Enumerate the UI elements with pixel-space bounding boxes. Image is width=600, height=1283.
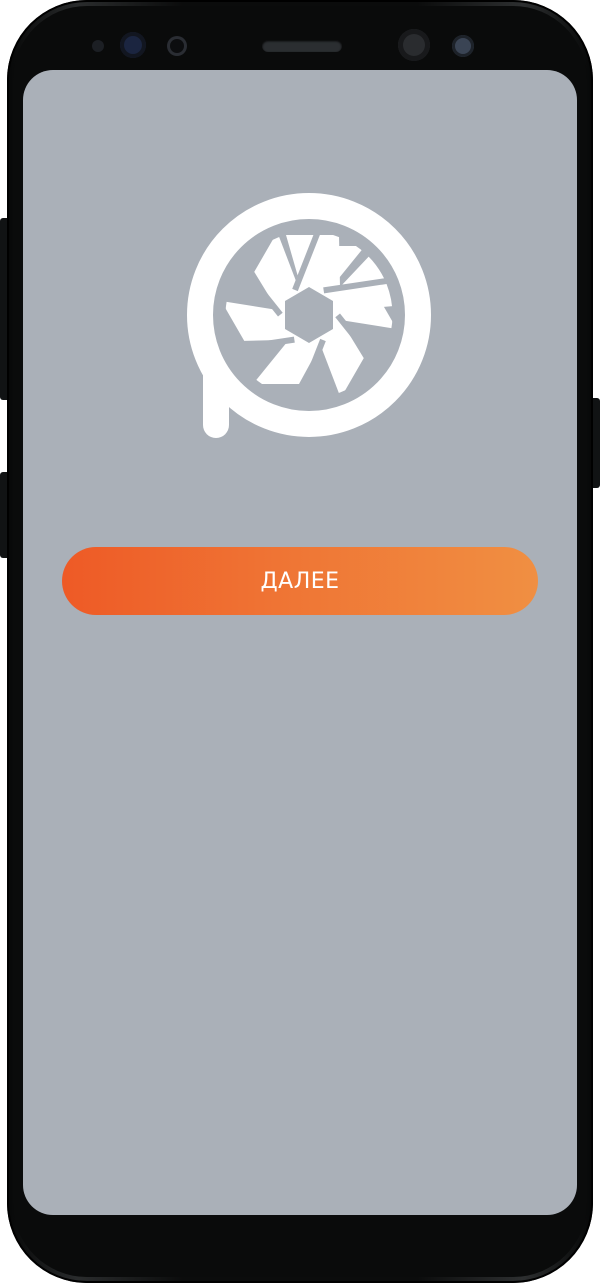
- iris-camera-icon: [452, 35, 474, 57]
- iris-scanner-icon: [120, 32, 146, 58]
- camera-aperture-logo-icon: [187, 193, 431, 438]
- light-sensor-icon: [167, 36, 187, 56]
- next-button[interactable]: ДАЛЕЕ: [62, 547, 538, 615]
- next-button-label: ДАЛЕЕ: [260, 568, 340, 594]
- earpiece-speaker: [262, 40, 342, 52]
- front-camera-icon: [398, 29, 430, 61]
- proximity-sensor-icon: [92, 40, 104, 52]
- app-screen: ДАЛЕЕ: [23, 70, 577, 1215]
